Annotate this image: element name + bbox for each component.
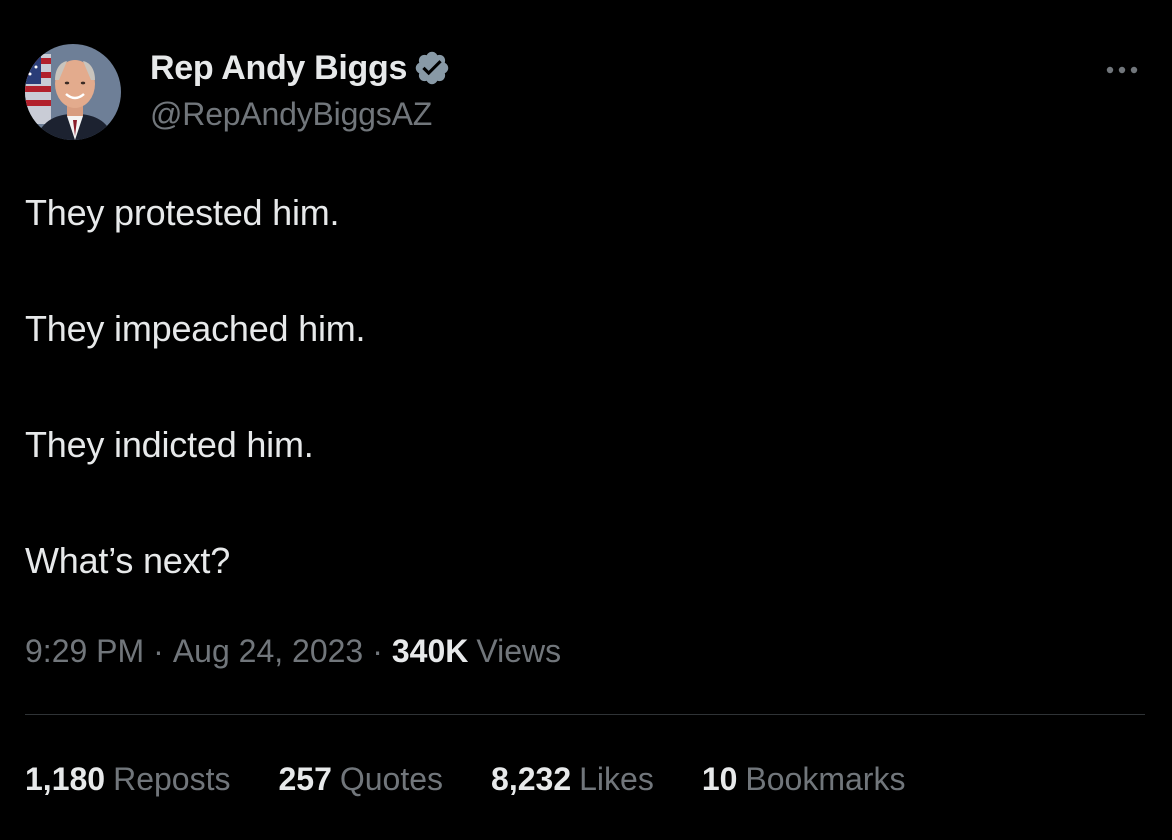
likes-label: Likes xyxy=(579,760,654,797)
tweet-text-line: They indicted him. xyxy=(25,424,314,465)
bookmarks-stat[interactable]: 10 Bookmarks xyxy=(702,761,906,798)
bookmarks-label: Bookmarks xyxy=(745,760,906,797)
views-count: 340K xyxy=(391,632,469,669)
tweet-time[interactable]: 9:29 PM xyxy=(25,633,144,670)
quotes-count: 257 xyxy=(278,760,332,797)
avatar-image xyxy=(25,44,121,140)
more-horizontal-icon xyxy=(1106,66,1138,74)
reposts-count: 1,180 xyxy=(25,760,106,797)
tweet-text-line: What’s next? xyxy=(25,540,231,581)
tweet-text-line: They protested him. xyxy=(25,192,340,233)
separator: · xyxy=(372,632,383,669)
reposts-label: Reposts xyxy=(113,760,231,797)
separator: · xyxy=(153,632,164,669)
tweet-text: They protested him. They impeached him. … xyxy=(25,186,1125,650)
tweet-date[interactable]: Aug 24, 2023 xyxy=(173,633,363,670)
display-name[interactable]: Rep Andy Biggs xyxy=(150,49,407,88)
tweet-metadata: 9:29 PM · Aug 24, 2023 · 340K Views xyxy=(25,628,561,674)
likes-count: 8,232 xyxy=(491,760,572,797)
divider xyxy=(25,714,1145,715)
avatar[interactable] xyxy=(25,44,121,140)
bookmarks-count: 10 xyxy=(701,760,738,797)
author-name-row[interactable]: Rep Andy Biggs xyxy=(150,44,451,92)
more-options-button[interactable] xyxy=(1100,56,1144,84)
tweet-text-line: They impeached him. xyxy=(25,308,366,349)
author-handle[interactable]: @RepAndyBiggsAZ xyxy=(150,96,432,133)
tweet-detail: Rep Andy Biggs @RepAndyBiggsAZ They prot… xyxy=(0,0,1172,840)
views-label: Views xyxy=(476,632,562,669)
quotes-stat[interactable]: 257 Quotes xyxy=(278,761,443,798)
quotes-label: Quotes xyxy=(339,760,444,797)
verified-badge-icon xyxy=(413,49,451,87)
reposts-stat[interactable]: 1,180 Reposts xyxy=(25,761,230,798)
likes-stat[interactable]: 8,232 Likes xyxy=(491,761,654,798)
engagement-stats: 1,180 Reposts 257 Quotes 8,232 Likes 10 Book… xyxy=(25,756,953,802)
